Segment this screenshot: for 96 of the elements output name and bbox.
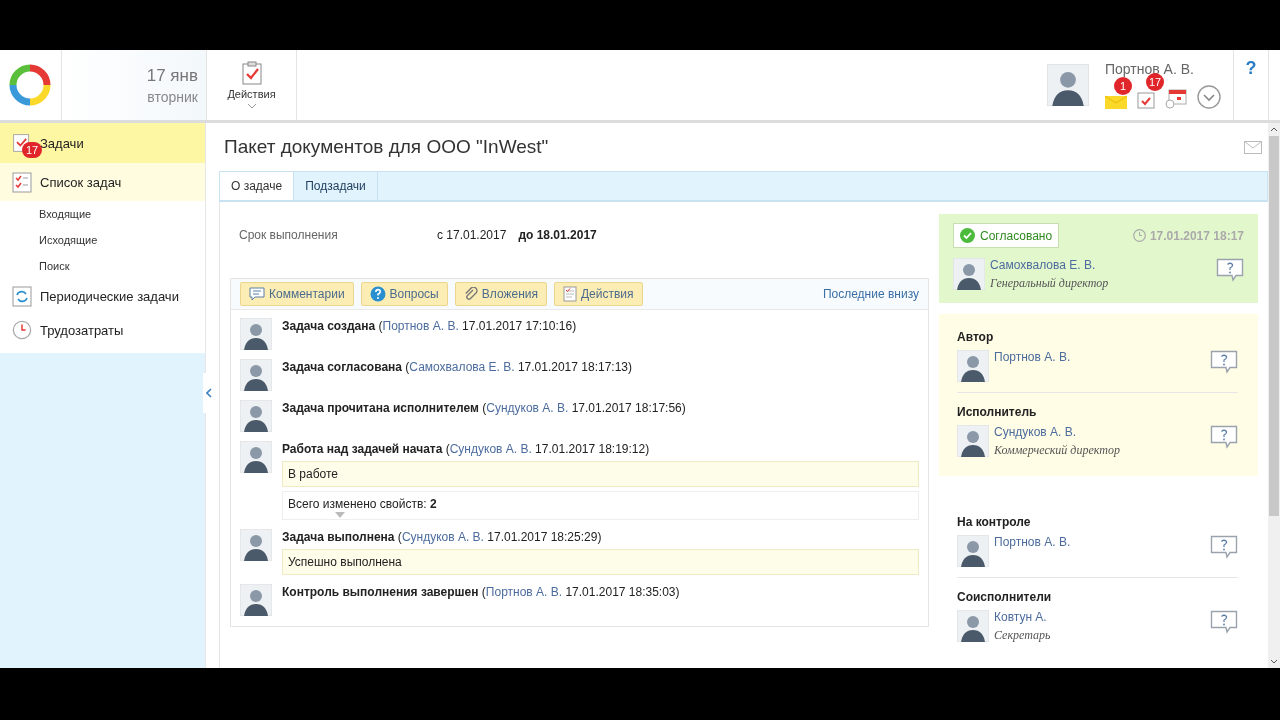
section-heading: На контроле [957, 515, 1031, 529]
avatar [240, 529, 272, 561]
envelope-icon [1105, 95, 1127, 109]
count-badge: 17 [1146, 73, 1164, 91]
event-text: Задача создана (Портнов А. В. 17.01.2017 17:10:16) [282, 318, 578, 334]
clipboard-check-icon [240, 61, 263, 85]
date-label: 17 янв [146, 65, 198, 86]
check-circle-icon [960, 228, 975, 243]
caret-icon [335, 512, 345, 518]
chat-question-icon[interactable] [1210, 535, 1238, 559]
filter-button[interactable]: Вопросы [360, 282, 448, 306]
changes-summary[interactable]: Всего изменено свойств: 2 [282, 491, 919, 520]
document-icon [562, 286, 577, 302]
person-link[interactable]: Портнов А. В. [485, 585, 563, 599]
event-text: Работа над задачей начата (Сундуков А. В. 17.01.2017 18:19:12) [282, 441, 651, 457]
sidebar-item[interactable]: Список задач [0, 163, 205, 201]
avatar [240, 318, 272, 350]
sort-order-link[interactable]: Последние внизу [822, 287, 919, 301]
chat-question-icon[interactable] [1210, 425, 1238, 449]
person-link[interactable]: Сундуков А. В. [449, 442, 532, 456]
due-date: до 18.01.2017 [518, 228, 597, 242]
chat-question-icon[interactable] [1216, 258, 1244, 282]
count-badge: 1 [1114, 77, 1132, 95]
person-role: Генеральный директор [990, 276, 1110, 291]
caret-icon [246, 103, 257, 109]
status-note: Успешно выполнена [282, 549, 919, 575]
messages-button[interactable] [1105, 95, 1127, 109]
clock-icon [12, 319, 32, 341]
envelope-icon[interactable] [1244, 140, 1262, 154]
section-heading: Исполнитель [957, 405, 1037, 419]
avatar [240, 441, 272, 473]
comment-icon [249, 287, 265, 301]
logo-icon [9, 64, 51, 106]
sidebar-subitem[interactable]: Поиск [0, 253, 205, 279]
chevron-down-icon [1197, 85, 1221, 109]
person-link[interactable]: Портнов А. В. [994, 535, 1205, 549]
calendar-button[interactable] [1165, 89, 1187, 109]
event-text: Задача согласована (Самохвалова Е. В. 17.01.2017 18:17:13) [282, 359, 633, 375]
avatar [240, 400, 272, 432]
changes-text: Всего изменено свойств: 2 [288, 497, 437, 511]
sidebar-subitem[interactable]: Исходящие [0, 227, 205, 253]
sidebar-item[interactable]: Периодические задачи [0, 279, 205, 313]
sidebar-item[interactable]: Трудозатраты [0, 313, 205, 347]
section-heading: Автор [957, 330, 994, 344]
person-role: Коммерческий директор [994, 443, 1121, 458]
event-text: Задача прочитана исполнителем (Сундуков А. В. 17.01.2017 18:17:56) [282, 400, 687, 416]
question-icon [369, 286, 386, 302]
section-heading: Соисполнители [957, 590, 1052, 604]
tasks-button[interactable] [1137, 91, 1155, 109]
approval-time: 17.01.2017 18:17 [1149, 228, 1244, 243]
person-link[interactable]: Самохвалова Е. В. [409, 360, 515, 374]
filter-button[interactable]: Комментарии [240, 282, 354, 306]
scrollbar-thumb[interactable] [1269, 136, 1279, 516]
scroll-up-icon[interactable] [1270, 127, 1278, 132]
sidebar-subitem[interactable]: Входящие [0, 201, 205, 227]
calendar-icon [1165, 89, 1187, 109]
filter-button[interactable]: Вложения [454, 282, 547, 306]
help-button[interactable]: ? [1233, 50, 1269, 120]
chevron-left-icon [206, 388, 212, 398]
avatar [957, 535, 989, 567]
avatar [240, 584, 272, 616]
paperclip-icon [463, 287, 478, 301]
filter-button[interactable]: Действия [553, 282, 643, 306]
clock-icon [1132, 229, 1146, 242]
checklist-icon [12, 171, 32, 193]
task-title: Пакет документов для ООО "InWest" [224, 136, 549, 158]
weekday-label: вторник [147, 88, 198, 105]
clipboard-check-icon [1137, 91, 1155, 109]
avatar [957, 425, 989, 457]
field-label: Срок выполнения [239, 228, 339, 242]
avatar [1047, 64, 1089, 106]
person-link[interactable]: Портнов А. В. [382, 319, 459, 333]
event-text: Задача выполнена (Сундуков А. В. 17.01.2017 18:25:29) [282, 529, 603, 545]
person-link[interactable]: Ковтун А. [994, 610, 1205, 624]
status-badge: Согласовано [953, 223, 1060, 248]
status-note: В работе [282, 461, 919, 487]
avatar [953, 258, 985, 290]
chat-question-icon[interactable] [1210, 610, 1238, 634]
scroll-down-icon[interactable] [1270, 659, 1278, 664]
avatar [240, 359, 272, 391]
tab[interactable]: О задаче [220, 172, 295, 200]
person-link[interactable]: Самохвалова Е. В. [990, 258, 1211, 272]
person-link[interactable]: Сундуков А. В. [401, 530, 484, 544]
scrollbar[interactable] [1268, 123, 1280, 668]
avatar [957, 610, 989, 642]
tab[interactable]: Подзадачи [294, 172, 378, 200]
avatar [957, 350, 989, 382]
event-text: Контроль выполнения завершен (Портнов А. В. 17.01.2017 18:35:03) [282, 584, 681, 600]
chat-question-icon[interactable] [1210, 350, 1238, 374]
dropdown-button[interactable] [1197, 85, 1221, 109]
start-date: с 17.01.2017 [437, 228, 507, 242]
recurring-icon [12, 285, 32, 307]
person-link[interactable]: Портнов А. В. [994, 350, 1205, 364]
person-link[interactable]: Сундуков А. В. [486, 401, 569, 415]
person-role: Секретарь [994, 628, 1052, 643]
person-link[interactable]: Сундуков А. В. [994, 425, 1205, 439]
